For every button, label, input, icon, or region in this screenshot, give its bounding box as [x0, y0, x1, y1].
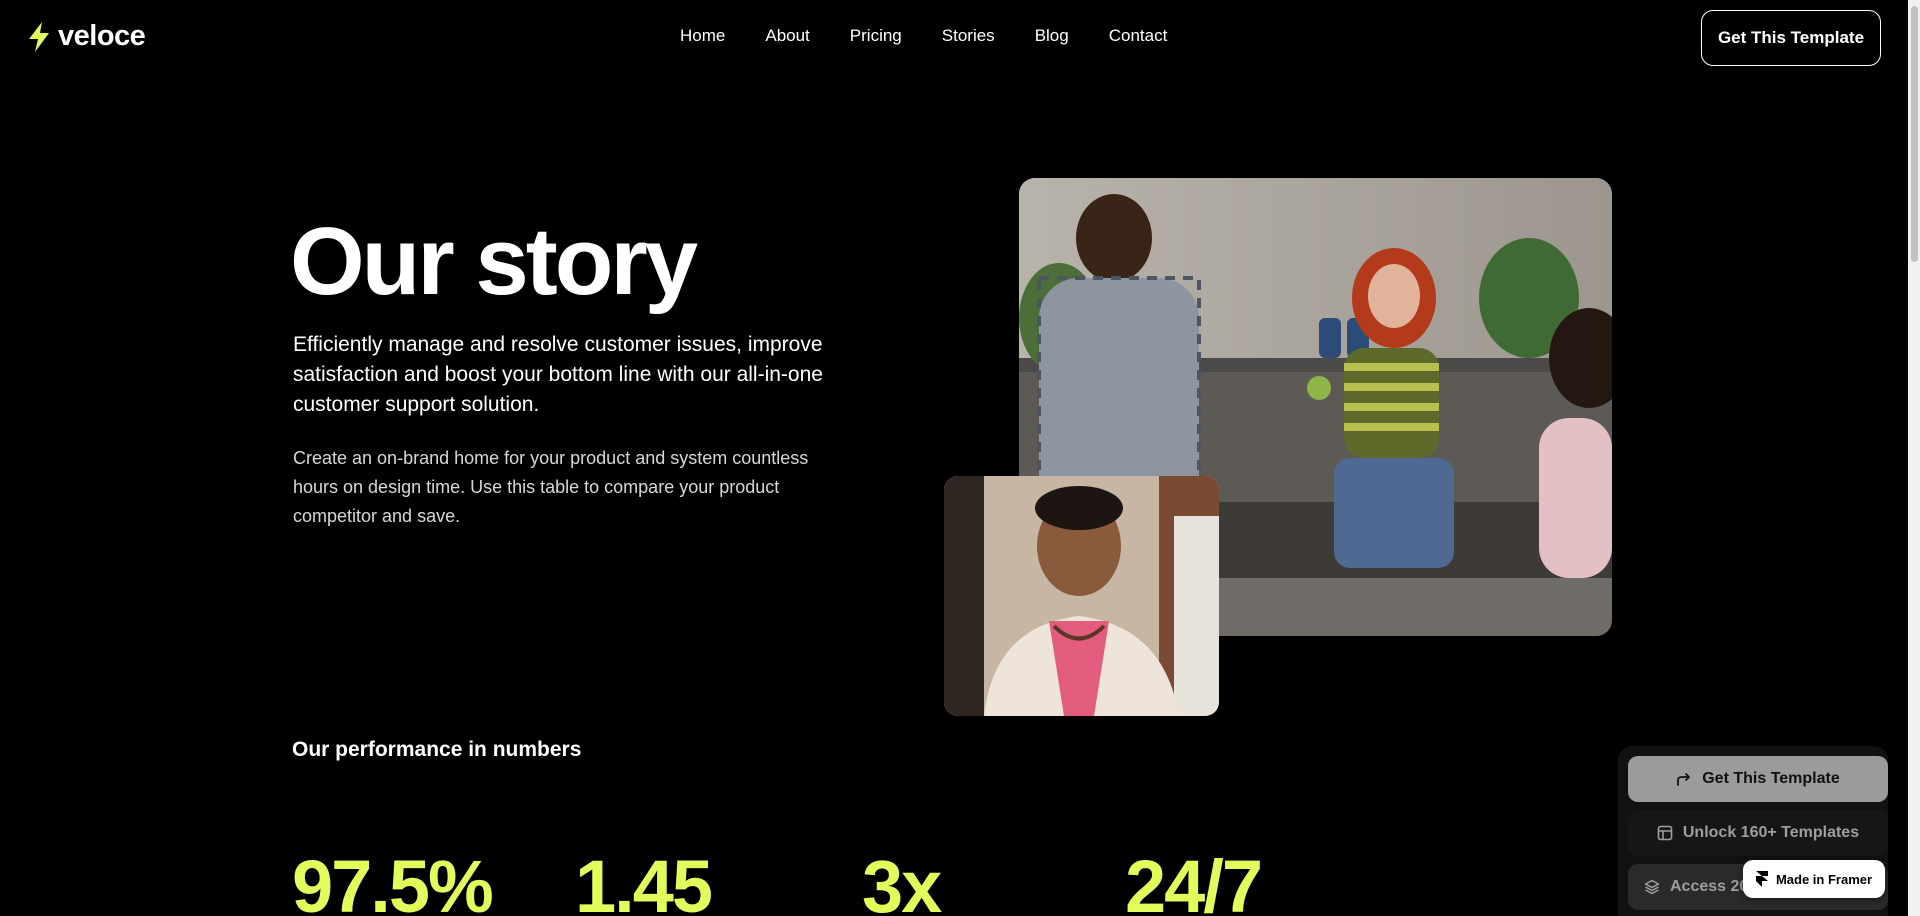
nav-item-contact[interactable]: Contact: [1109, 26, 1168, 46]
panel-unlock-label: Unlock 160+ Templates: [1682, 824, 1860, 841]
nav-item-stories[interactable]: Stories: [942, 26, 995, 46]
framer-logo-icon: [1755, 871, 1768, 887]
nav-item-blog[interactable]: Blog: [1035, 26, 1069, 46]
page-scrollbar[interactable]: [1908, 0, 1920, 916]
nav-item-about[interactable]: About: [765, 26, 809, 46]
brand-name: veloce: [58, 20, 146, 52]
brand-logo[interactable]: veloce: [26, 20, 146, 53]
stat-multiplier: 3x: [862, 845, 942, 916]
layers-icon: [1644, 879, 1660, 895]
lightning-bolt-icon: [29, 21, 49, 52]
panel-unlock-button[interactable]: Unlock 160+ Templates: [1628, 810, 1888, 856]
scrollbar-thumb[interactable]: [1911, 6, 1918, 262]
panel-get-template-label: Get This Template: [1702, 770, 1840, 787]
layout-icon: [1657, 825, 1673, 841]
made-in-framer-badge[interactable]: Made in Framer: [1743, 860, 1885, 898]
get-template-button[interactable]: Get This Template: [1701, 10, 1881, 66]
hero-lead-text: Efficiently manage and resolve customer …: [293, 333, 823, 416]
hero-body-text: Create an on-brand home for your product…: [293, 448, 809, 526]
nav-item-pricing[interactable]: Pricing: [850, 26, 902, 46]
performance-heading: Our performance in numbers: [292, 738, 582, 761]
panel-access-label: Access 20: [1670, 878, 1749, 895]
stat-ratio: 1.45: [575, 845, 713, 916]
framer-badge-label: Made in Framer: [1775, 871, 1873, 887]
nav-item-home[interactable]: Home: [680, 26, 725, 46]
panel-get-template-button[interactable]: Get This Template: [1628, 756, 1888, 802]
main-nav: Home About Pricing Stories Blog Contact: [680, 26, 1167, 46]
stat-availability: 24/7: [1125, 845, 1263, 916]
page-title: Our story: [290, 208, 698, 315]
stat-satisfaction: 97.5%: [292, 845, 494, 916]
portrait-photo: [944, 476, 1219, 716]
share-arrow-icon: [1677, 773, 1691, 786]
